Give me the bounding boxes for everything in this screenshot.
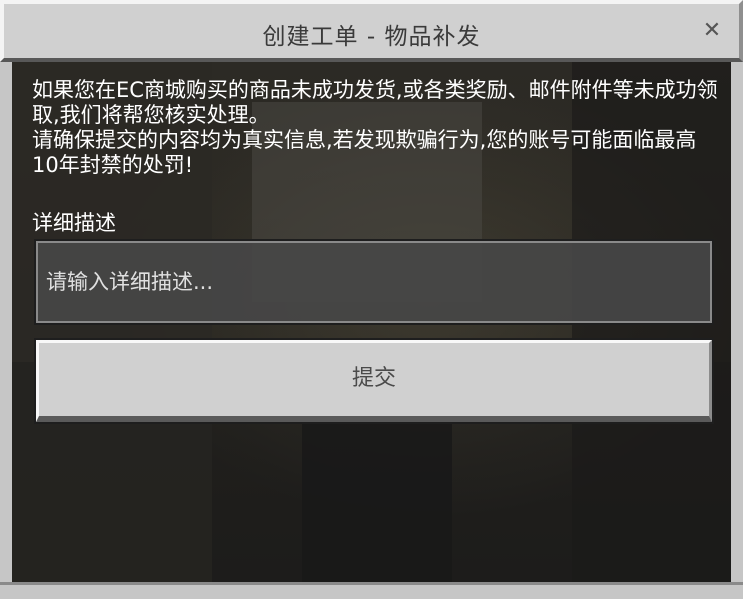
submit-button[interactable]: 提交 — [34, 338, 714, 424]
detail-label: 详细描述 — [32, 211, 116, 235]
dialog-titlebar: 创建工单 - 物品补发 ✕ — [0, 0, 743, 62]
description-line-2: 请确保提交的内容均为真实信息,若发现欺骗行为,您的账号可能面临最高10年封禁的处… — [32, 128, 697, 177]
description-line-1: 如果您在EC商城购买的商品未成功发货,或各类奖励、邮件附件等未成功领取,我们将帮… — [32, 78, 718, 127]
close-icon[interactable]: ✕ — [701, 20, 723, 42]
dialog-content: 如果您在EC商城购买的商品未成功发货,或各类奖励、邮件附件等未成功领取,我们将帮… — [12, 62, 731, 582]
dialog-title: 创建工单 - 物品补发 — [262, 24, 481, 50]
dialog-bottom-border — [0, 582, 743, 599]
detail-input[interactable]: 请输入详细描述... — [34, 239, 714, 325]
dialog-description: 如果您在EC商城购买的商品未成功发货,或各类奖励、邮件附件等未成功领取,我们将帮… — [32, 78, 722, 178]
dialog-window: 创建工单 - 物品补发 ✕ 如果您在EC商城购买的商品未成功发货,或各类奖励、邮… — [0, 0, 743, 599]
